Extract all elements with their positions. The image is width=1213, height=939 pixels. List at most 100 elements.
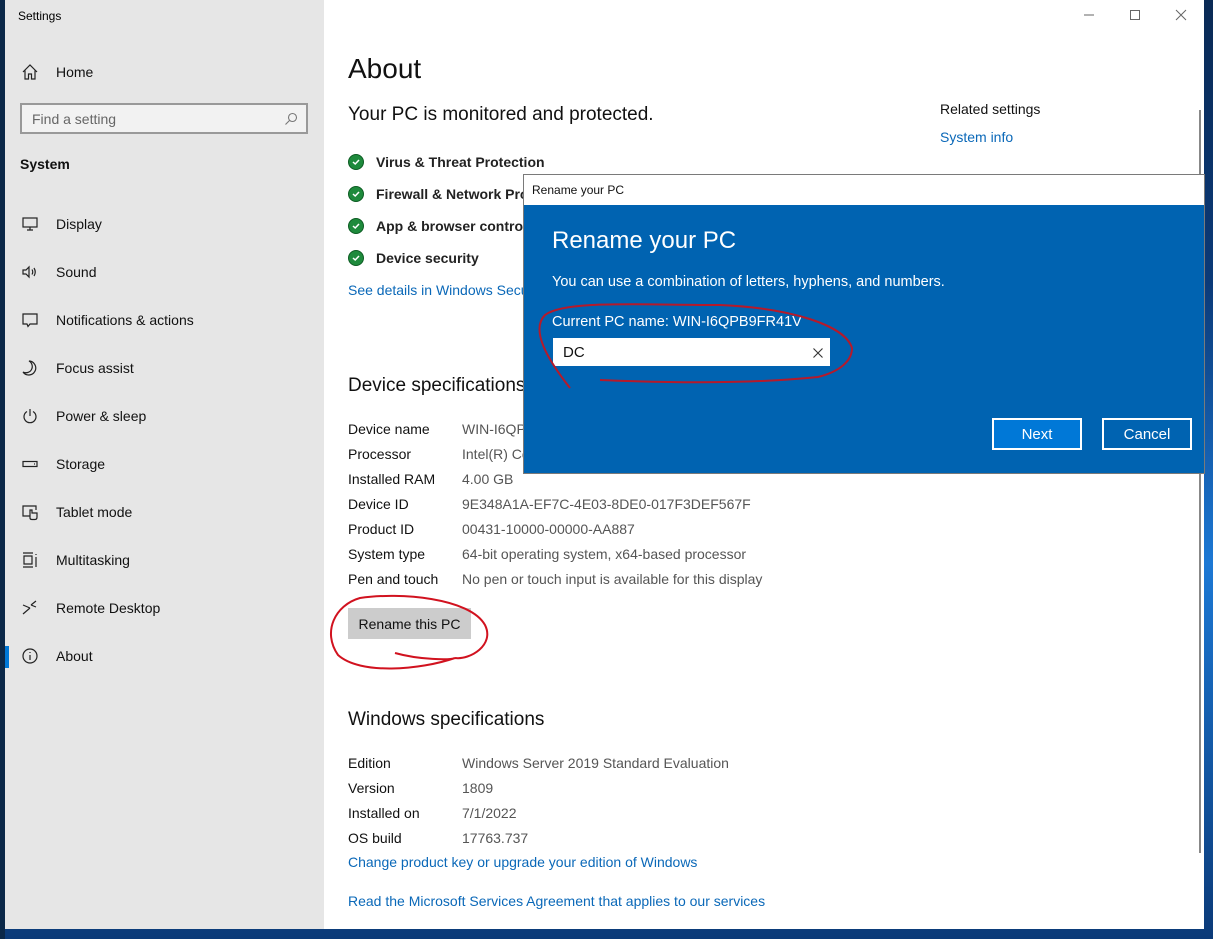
current-pc-name: Current PC name: WIN-I6QPB9FR41V: [552, 314, 802, 330]
minimize-button[interactable]: [1066, 0, 1112, 30]
sidebar-item-label: Display: [56, 216, 102, 232]
services-agreement-link[interactable]: Read the Microsoft Services Agreement th…: [348, 893, 765, 909]
close-icon: [1175, 9, 1187, 21]
spec-label: Device ID: [348, 495, 409, 512]
sidebar-item-remote-desktop[interactable]: Remote Desktop: [5, 584, 324, 632]
check-circle-icon: [348, 186, 364, 202]
remote-desktop-icon: [20, 598, 40, 618]
storage-icon: [20, 454, 40, 474]
next-button[interactable]: Next: [992, 418, 1082, 450]
notifications-icon: [20, 310, 40, 330]
check-circle-icon: [348, 250, 364, 266]
spec-row: System type 64-bit operating system, x64-…: [348, 541, 762, 566]
new-name-field[interactable]: [553, 338, 830, 366]
moon-icon: [20, 358, 40, 378]
spec-value: 17763.737: [462, 829, 529, 846]
spec-label: Device name: [348, 420, 430, 437]
new-pc-name-input[interactable]: [563, 343, 812, 361]
sidebar-item-focus-assist[interactable]: Focus assist: [5, 344, 324, 392]
maximize-button[interactable]: [1112, 0, 1158, 30]
spec-value: 4.00 GB: [462, 470, 514, 487]
spec-row: Device ID 9E348A1A-EF7C-4E03-8DE0-017F3DE…: [348, 491, 762, 516]
sidebar-item-label: About: [56, 648, 93, 664]
sidebar-section-title: System: [20, 156, 70, 172]
sidebar-item-label: Storage: [56, 456, 106, 472]
clear-input-icon[interactable]: [812, 346, 824, 358]
related-settings: Related settings System info: [940, 101, 1040, 145]
windows-specifications-heading: Windows specifications: [348, 709, 545, 730]
rename-this-pc-button[interactable]: Rename this PC: [348, 608, 471, 639]
sidebar-item-label: Multitasking: [56, 552, 130, 568]
sidebar-home[interactable]: Home: [20, 60, 93, 84]
spec-value: 64-bit operating system, x64-based proce…: [462, 545, 747, 562]
spec-value: Windows Server 2019 Standard Evaluation: [462, 754, 729, 771]
minimize-icon: [1084, 14, 1094, 16]
change-product-key-link[interactable]: Change product key or upgrade your editi…: [348, 854, 697, 870]
display-icon: [20, 214, 40, 234]
protection-heading: Your PC is monitored and protected.: [348, 104, 654, 125]
spec-value: No pen or touch input is available for t…: [462, 570, 763, 587]
dialog-heading: Rename your PC: [552, 227, 737, 254]
dialog-description: You can use a combination of letters, hy…: [552, 274, 945, 290]
windows-security-link[interactable]: See details in Windows Security: [348, 282, 547, 298]
spec-label: Processor: [348, 445, 412, 462]
device-specifications-heading: Device specifications: [348, 375, 526, 396]
sidebar-item-label: Remote Desktop: [56, 600, 161, 616]
cancel-button[interactable]: Cancel: [1102, 418, 1192, 450]
tablet-mode-icon: [20, 502, 40, 522]
rename-pc-dialog: Rename your PC Rename your PC You can us…: [523, 174, 1205, 474]
spec-value: 00431-10000-00000-AA887: [462, 520, 635, 537]
related-settings-title: Related settings: [940, 101, 1041, 117]
sidebar-nav: Display Sound Notifications & actions Fo…: [5, 200, 324, 680]
sidebar-item-label: Sound: [56, 264, 97, 280]
spec-value: 9E348A1A-EF7C-4E03-8DE0-017F3DEF567F: [462, 495, 751, 512]
check-circle-icon: [348, 218, 364, 234]
spec-label: Installed on: [348, 804, 420, 821]
spec-row: Pen and touch No pen or touch input is av…: [348, 566, 762, 591]
sidebar-item-tablet-mode[interactable]: Tablet mode: [5, 488, 324, 536]
sidebar-item-label: Notifications & actions: [56, 312, 194, 328]
spec-row: Edition Windows Server 2019 Standard Eval…: [348, 750, 729, 775]
sidebar-item-multitasking[interactable]: Multitasking: [5, 536, 324, 584]
system-info-link[interactable]: System info: [940, 129, 1040, 145]
close-button[interactable]: [1158, 0, 1204, 30]
dialog-titlebar: Rename your PC: [524, 175, 1204, 205]
protection-label: App & browser control: [376, 218, 527, 234]
windows-specs-table: Edition Windows Server 2019 Standard Eval…: [348, 750, 729, 850]
sidebar-home-label: Home: [56, 64, 94, 80]
spec-row: Product ID 00431-10000-00000-AA887: [348, 516, 762, 541]
spec-row: Version 1809: [348, 775, 729, 800]
spec-value: 7/1/2022: [462, 804, 517, 821]
spec-label: System type: [348, 545, 426, 562]
spec-label: Version: [348, 779, 395, 796]
search-input[interactable]: [32, 110, 284, 127]
search-box[interactable]: [20, 103, 308, 134]
spec-label: Installed RAM: [348, 470, 436, 487]
protection-label: Device security: [376, 250, 479, 266]
spec-value: 1809: [462, 779, 494, 796]
spec-label: Pen and touch: [348, 570, 439, 587]
multitasking-icon: [20, 550, 40, 570]
spec-row: OS build 17763.737: [348, 825, 729, 850]
search-icon[interactable]: [284, 112, 298, 126]
check-circle-icon: [348, 154, 364, 170]
maximize-icon: [1130, 10, 1140, 20]
sidebar-item-display[interactable]: Display: [5, 200, 324, 248]
sidebar-item-sound[interactable]: Sound: [5, 248, 324, 296]
spec-row: Installed on 7/1/2022: [348, 800, 729, 825]
sound-icon: [20, 262, 40, 282]
sidebar-item-power-sleep[interactable]: Power & sleep: [5, 392, 324, 440]
spec-label: OS build: [348, 829, 402, 846]
sidebar-item-label: Power & sleep: [56, 408, 147, 424]
sidebar-item-about[interactable]: About: [5, 632, 324, 680]
spec-label: Edition: [348, 754, 391, 771]
info-icon: [20, 646, 40, 666]
sidebar-item-label: Focus assist: [56, 360, 134, 376]
sidebar-item-label: Tablet mode: [56, 504, 133, 520]
window-controls: [1066, 0, 1204, 30]
power-icon: [20, 406, 40, 426]
spec-label: Product ID: [348, 520, 415, 537]
sidebar-item-notifications[interactable]: Notifications & actions: [5, 296, 324, 344]
sidebar-item-storage[interactable]: Storage: [5, 440, 324, 488]
page-title: About: [348, 53, 422, 84]
